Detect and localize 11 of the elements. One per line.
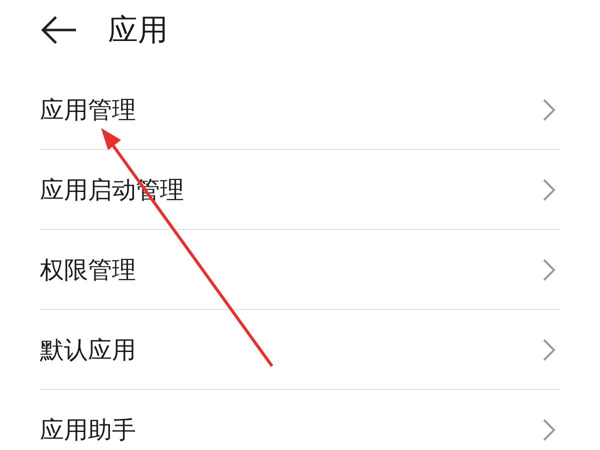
chevron-icon [542,418,556,442]
chevron-icon [542,178,556,202]
menu-item[interactable]: 权限管理 [40,254,136,286]
chevron-icon [542,338,556,362]
chevron-icon [542,258,556,282]
chevron-icon [542,98,556,122]
menu-item[interactable]: 默认应用 [40,334,136,366]
menu-item[interactable]: 应用管理 [40,94,136,126]
page-title: 应用 [108,12,168,50]
menu-item[interactable]: 应用助手 [40,414,136,446]
back-icon[interactable] [40,15,78,45]
